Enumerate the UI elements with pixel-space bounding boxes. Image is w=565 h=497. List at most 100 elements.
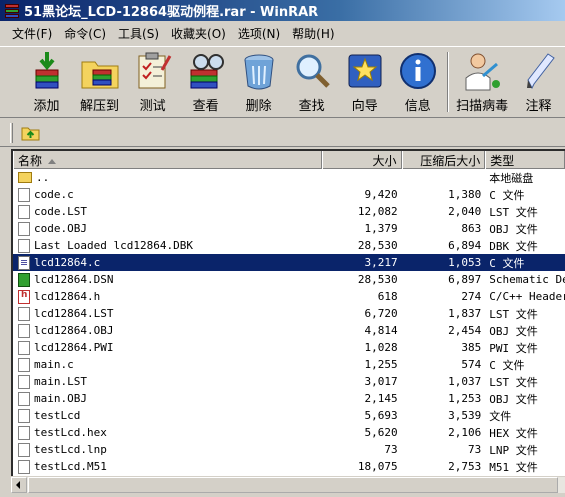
file-row[interactable]: testLcd.M51 18,075 2,753 M51 文件: [13, 458, 565, 475]
find-button[interactable]: 查找: [285, 47, 338, 117]
file-packed-size: 274: [461, 290, 482, 303]
test-label: 测试: [139, 99, 166, 114]
delete-bin-icon: [238, 50, 280, 92]
file-name-cell: ..: [13, 171, 322, 184]
sort-ascending-icon: [48, 159, 57, 164]
file-row[interactable]: testLcd 5,693 3,539 文件: [13, 407, 565, 424]
file-icon: [18, 238, 30, 253]
file-name-cell: lcd12864.PWI: [13, 340, 322, 355]
file-name: testLcd.lnp: [34, 443, 107, 456]
horizontal-scrollbar[interactable]: [11, 476, 565, 493]
scan-virus-button[interactable]: 扫描病毒: [452, 47, 512, 117]
file-type: OBJ 文件: [489, 392, 538, 406]
menu-favorites[interactable]: 收藏夹(O): [165, 23, 232, 44]
file-packed-size: 6,894: [448, 239, 482, 252]
file-name-cell: testLcd.hex: [13, 425, 322, 440]
file-type: C 文件: [489, 188, 525, 202]
file-size: 12,082: [357, 205, 398, 218]
file-size: 618: [377, 290, 398, 303]
file-name: lcd12864.LST: [34, 307, 114, 320]
file-list[interactable]: 名称 大小 压缩后大小 类型 .. 本地磁盘 code.c 9,420 1,380 C 文…: [11, 149, 565, 493]
file-row[interactable]: code.LST 12,082 2,040 LST 文件: [13, 203, 565, 220]
file-row[interactable]: testLcd.lnp 73 73 LNP 文件: [13, 441, 565, 458]
toolbar-grip[interactable]: [10, 122, 13, 143]
file-row[interactable]: lcd12864.LST 6,720 1,837 LST 文件: [13, 305, 565, 322]
file-type: DBK 文件: [489, 239, 538, 253]
menu-tools[interactable]: 工具(S): [112, 23, 165, 44]
column-packed[interactable]: 压缩后大小: [401, 151, 486, 169]
file-name: lcd12864.h: [34, 290, 101, 303]
winrar-logo-icon: [4, 3, 20, 19]
file-icon: [18, 187, 30, 202]
extract-folder-icon: [79, 50, 121, 92]
file-name: main.c: [34, 358, 74, 371]
file-icon: [18, 204, 30, 219]
folder-up-icon: [21, 127, 40, 140]
file-row[interactable]: lcd12864.h 618 274 C/C++ Header: [13, 288, 565, 305]
file-name: code.LST: [34, 205, 87, 218]
file-size: 1,028: [364, 341, 398, 354]
file-type: LST 文件: [489, 307, 538, 321]
file-packed-size: 1,053: [448, 256, 482, 269]
list-header: 名称 大小 压缩后大小 类型: [13, 151, 565, 169]
info-button[interactable]: 信息: [391, 47, 444, 117]
menu-file[interactable]: 文件(F): [6, 23, 58, 44]
extract-to-label: 解压到: [80, 99, 120, 114]
file-size: 18,075: [357, 460, 398, 473]
folder-up-icon: [18, 172, 32, 183]
wizard-label: 向导: [351, 99, 378, 114]
column-size[interactable]: 大小: [321, 151, 402, 169]
column-type[interactable]: 类型: [485, 151, 565, 169]
file-type: Schematic Des: [489, 273, 565, 286]
file-icon: [18, 306, 30, 321]
view-button[interactable]: 查看: [179, 47, 232, 117]
find-label: 查找: [298, 99, 325, 114]
file-icon: [18, 340, 30, 355]
file-packed-size: 2,106: [448, 426, 482, 439]
file-name: lcd12864.OBJ: [34, 324, 114, 337]
file-name: code.c: [34, 188, 74, 201]
file-type: LST 文件: [489, 205, 538, 219]
comment-button[interactable]: 注释: [512, 47, 565, 117]
file-row[interactable]: lcd12864.PWI 1,028 385 PWI 文件: [13, 339, 565, 356]
wizard-button[interactable]: 向导: [338, 47, 391, 117]
test-button[interactable]: 测试: [126, 47, 179, 117]
file-row[interactable]: lcd12864.c 3,217 1,053 C 文件: [13, 254, 565, 271]
file-packed-size: 1,253: [448, 392, 482, 405]
scrollbar-thumb[interactable]: [28, 477, 558, 493]
file-name-cell: testLcd.M51: [13, 459, 322, 474]
info-icon: [397, 50, 439, 92]
file-row[interactable]: lcd12864.DSN 28,530 6,897 Schematic Des: [13, 271, 565, 288]
file-packed-size: 1,380: [448, 188, 482, 201]
file-row[interactable]: testLcd.hex 5,620 2,106 HEX 文件: [13, 424, 565, 441]
add-button[interactable]: 添加: [20, 47, 73, 117]
file-row[interactable]: Last Loaded lcd12864.DBK 28,530 6,894 DBK 文…: [13, 237, 565, 254]
file-row[interactable]: code.OBJ 1,379 863 OBJ 文件: [13, 220, 565, 237]
file-type: 本地磁盘: [489, 171, 534, 185]
file-size: 6,720: [364, 307, 398, 320]
file-row[interactable]: .. 本地磁盘: [13, 169, 565, 186]
folder-up-button[interactable]: [21, 124, 41, 142]
file-name-cell: code.OBJ: [13, 221, 322, 236]
file-row[interactable]: main.OBJ 2,145 1,253 OBJ 文件: [13, 390, 565, 407]
file-row[interactable]: main.LST 3,017 1,037 LST 文件: [13, 373, 565, 390]
file-type: C 文件: [489, 256, 525, 270]
scroll-left-icon[interactable]: [11, 477, 27, 493]
menu-help[interactable]: 帮助(H): [286, 23, 340, 44]
menu-commands[interactable]: 命令(C): [58, 23, 112, 44]
delete-button[interactable]: 删除: [232, 47, 285, 117]
file-row[interactable]: main.c 1,255 574 C 文件: [13, 356, 565, 373]
file-type: HEX 文件: [489, 426, 538, 440]
file-type: 文件: [489, 409, 512, 423]
file-packed-size: 863: [461, 222, 482, 235]
wizard-icon: [344, 50, 386, 92]
file-row[interactable]: lcd12864.OBJ 4,814 2,454 OBJ 文件: [13, 322, 565, 339]
file-icon: [18, 425, 30, 440]
comment-pen-icon: [518, 50, 560, 92]
column-name[interactable]: 名称: [13, 151, 322, 169]
extract-to-button[interactable]: 解压到: [73, 47, 126, 117]
file-packed-size: 73: [468, 443, 482, 456]
file-row[interactable]: code.c 9,420 1,380 C 文件: [13, 186, 565, 203]
file-name: main.OBJ: [34, 392, 87, 405]
menu-options[interactable]: 选项(N): [232, 23, 286, 44]
